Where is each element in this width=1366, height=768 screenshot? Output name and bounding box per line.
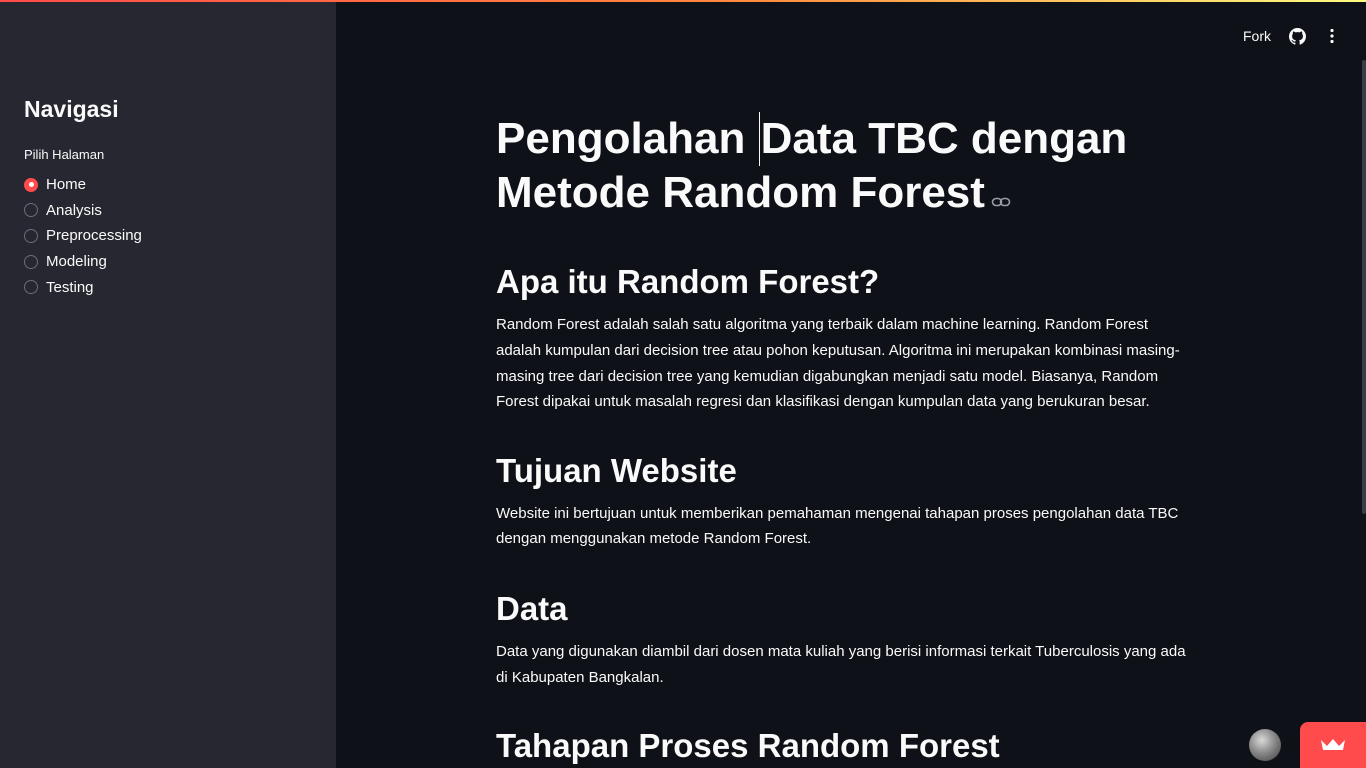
radio-option-preprocessing[interactable]: Preprocessing — [24, 223, 142, 249]
crown-icon — [1321, 739, 1345, 750]
radio-option-label: Modeling — [46, 253, 107, 271]
radio-unselected-icon[interactable] — [24, 203, 38, 218]
radio-option-analysis[interactable]: Analysis — [24, 198, 142, 224]
section-heading-tahapan: Tahapan Proses Random Forest — [496, 727, 1000, 765]
page-title: Pengolahan Data TBC dengan Metode Random… — [496, 112, 1196, 222]
radio-option-label: Testing — [46, 278, 94, 296]
radio-option-label: Preprocessing — [46, 227, 142, 245]
section-text-data: Data yang digunakan diambil dari dosen m… — [496, 642, 1186, 686]
fork-button[interactable]: Fork — [1243, 28, 1271, 44]
page-radio-group: Home Analysis Preprocessing Modeling Tes… — [24, 172, 142, 300]
sidebar: Navigasi Pilih Halaman Home Analysis Pre… — [0, 0, 336, 768]
radio-group-label: Pilih Halaman — [24, 147, 105, 162]
user-avatar[interactable] — [1249, 729, 1281, 761]
section-heading-random-forest: Apa itu Random Forest? — [496, 263, 880, 301]
radio-selected-icon[interactable] — [24, 177, 38, 192]
link-icon[interactable] — [991, 168, 1011, 222]
streamlit-badge[interactable] — [1300, 722, 1366, 768]
github-icon[interactable] — [1289, 27, 1306, 45]
radio-unselected-icon[interactable] — [24, 254, 38, 269]
main-scrollbar[interactable] — [1362, 60, 1366, 514]
sidebar-title: Navigasi — [24, 96, 119, 122]
radio-unselected-icon[interactable] — [24, 228, 38, 243]
radio-option-label: Home — [46, 176, 87, 194]
text-cursor — [758, 112, 760, 166]
top-accent-bar — [0, 0, 1366, 2]
section-text-random-forest: Random Forest adalah salah satu algoritm… — [496, 316, 1180, 411]
section-text-tujuan: Website ini bertujuan untuk memberikan p… — [496, 504, 1179, 548]
radio-option-testing[interactable]: Testing — [24, 274, 142, 300]
radio-option-home[interactable]: Home — [24, 172, 142, 198]
main-content: Pengolahan Data TBC dengan Metode Random… — [496, 112, 1196, 766]
header-toolbar: Fork — [1243, 24, 1340, 48]
page-title-part1: Pengolahan — [496, 114, 758, 163]
more-vertical-icon[interactable] — [1324, 28, 1340, 44]
radio-option-modeling[interactable]: Modeling — [24, 249, 142, 275]
section-heading-tujuan: Tujuan Website — [496, 451, 737, 489]
radio-unselected-icon[interactable] — [24, 280, 38, 295]
radio-option-label: Analysis — [46, 201, 102, 219]
section-heading-data: Data — [496, 589, 568, 627]
